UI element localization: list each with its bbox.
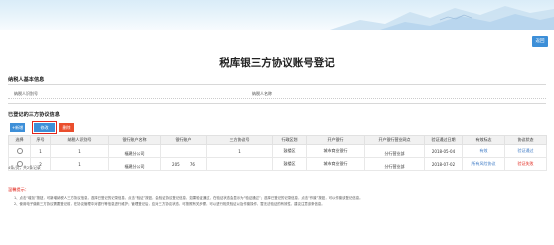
cell-verify-date: 2018-05-04 <box>424 144 463 158</box>
col-select: 选择 <box>8 135 31 145</box>
agreement-section-title: 已登记的三方协议信息 <box>8 112 60 118</box>
tips-title: 温馨提示： <box>8 187 29 192</box>
cell-taxpayer-id: 1 <box>50 157 109 171</box>
cell-account-name: 福建分公司 <box>108 157 161 171</box>
cell-region: 鼓楼区 <box>272 144 307 158</box>
col-seq: 序号 <box>30 135 51 145</box>
cell-protocol-no: 1 <box>206 144 273 158</box>
cell-seq: 1 <box>30 144 51 158</box>
agreement-table: 选择 序号 纳税人识别号 银行账户名称 银行账户 三方协议号 行政区划 开户银行… <box>8 135 547 171</box>
cell-account-no: 205 76 <box>160 157 207 171</box>
cell-branch: 分行营业部 <box>364 144 425 158</box>
cell-protocol-no <box>206 157 273 171</box>
col-protocol-no: 三方协议号 <box>206 135 273 145</box>
row-radio[interactable] <box>16 147 23 154</box>
cell-bank: 城市商业银行 <box>306 144 365 158</box>
cell-region: 鼓楼区 <box>272 157 307 171</box>
col-region: 行政区划 <box>272 135 307 145</box>
pager-text: 4条/页，共2条记录 <box>8 165 41 170</box>
taxpayer-info-box: 纳税人识别号 纳税人名称 <box>8 84 546 104</box>
cell-taxpayer-id: 1 <box>50 144 109 158</box>
cell-branch: 分行营业部 <box>364 157 425 171</box>
cell-valid[interactable]: 所有风险协议 <box>462 157 505 171</box>
col-account-name: 银行账户名称 <box>108 135 161 145</box>
modify-button[interactable]: 修改 <box>32 121 57 134</box>
account-no-prefix: 205 <box>172 161 180 167</box>
taxpayer-info-row: 纳税人识别号 纳税人名称 <box>8 91 546 99</box>
col-taxpayer-id: 纳税人识别号 <box>50 135 109 145</box>
taxpayer-id-label: 纳税人识别号 <box>14 91 38 96</box>
mountain-decoration <box>330 6 554 30</box>
account-no-tail: 76 <box>189 161 195 167</box>
col-bank: 开户银行 <box>306 135 365 145</box>
cell-valid[interactable]: 有效 <box>462 144 505 158</box>
header-banner <box>0 0 554 30</box>
tip-item: 1、点击“增加”按钮，可新增纳税人三方协议信息，选择已登记的记录信息，点击“验证… <box>14 196 363 200</box>
back-button[interactable]: 返回 <box>532 36 548 47</box>
col-account-no: 银行账户 <box>160 135 207 145</box>
taxpayer-section-title: 纳税人基本信息 <box>8 77 45 83</box>
col-valid: 有效标志 <box>462 135 505 145</box>
col-verify-date: 验证通过日期 <box>424 135 463 145</box>
cell-account-no <box>160 144 207 158</box>
add-button[interactable]: +新增 <box>10 123 25 132</box>
delete-button[interactable]: 删除 <box>59 123 74 132</box>
cell-bank: 城市商业银行 <box>306 157 365 171</box>
col-status: 协议状态 <box>504 135 547 145</box>
cell-status[interactable]: 验证失败 <box>504 157 547 171</box>
table-row[interactable]: 2 1 福建分公司 205 76 鼓楼区 城市商业银行 分行营业部 2018-0… <box>8 157 547 171</box>
cell-verify-date: 2018-07-02 <box>424 157 463 171</box>
cell-status[interactable]: 验证通过 <box>504 144 547 158</box>
table-header-row: 选择 序号 纳税人识别号 银行账户名称 银行账户 三方协议号 行政区划 开户银行… <box>8 135 547 145</box>
page-title: 税库银三方协议账号登记 <box>219 57 335 69</box>
cell-account-name: 福建分公司 <box>108 144 161 158</box>
col-branch: 开户银行营业网点 <box>364 135 425 145</box>
table-row[interactable]: 1 1 福建分公司 1 鼓楼区 城市商业银行 分行营业部 2018-05-04 … <box>8 144 547 158</box>
tip-item: 2、使用电子缴款三方协议需要登记前，在协议管理中对银行等信息进行维护；管理登记后… <box>14 202 325 206</box>
taxpayer-name-label: 纳税人名称 <box>252 91 272 96</box>
